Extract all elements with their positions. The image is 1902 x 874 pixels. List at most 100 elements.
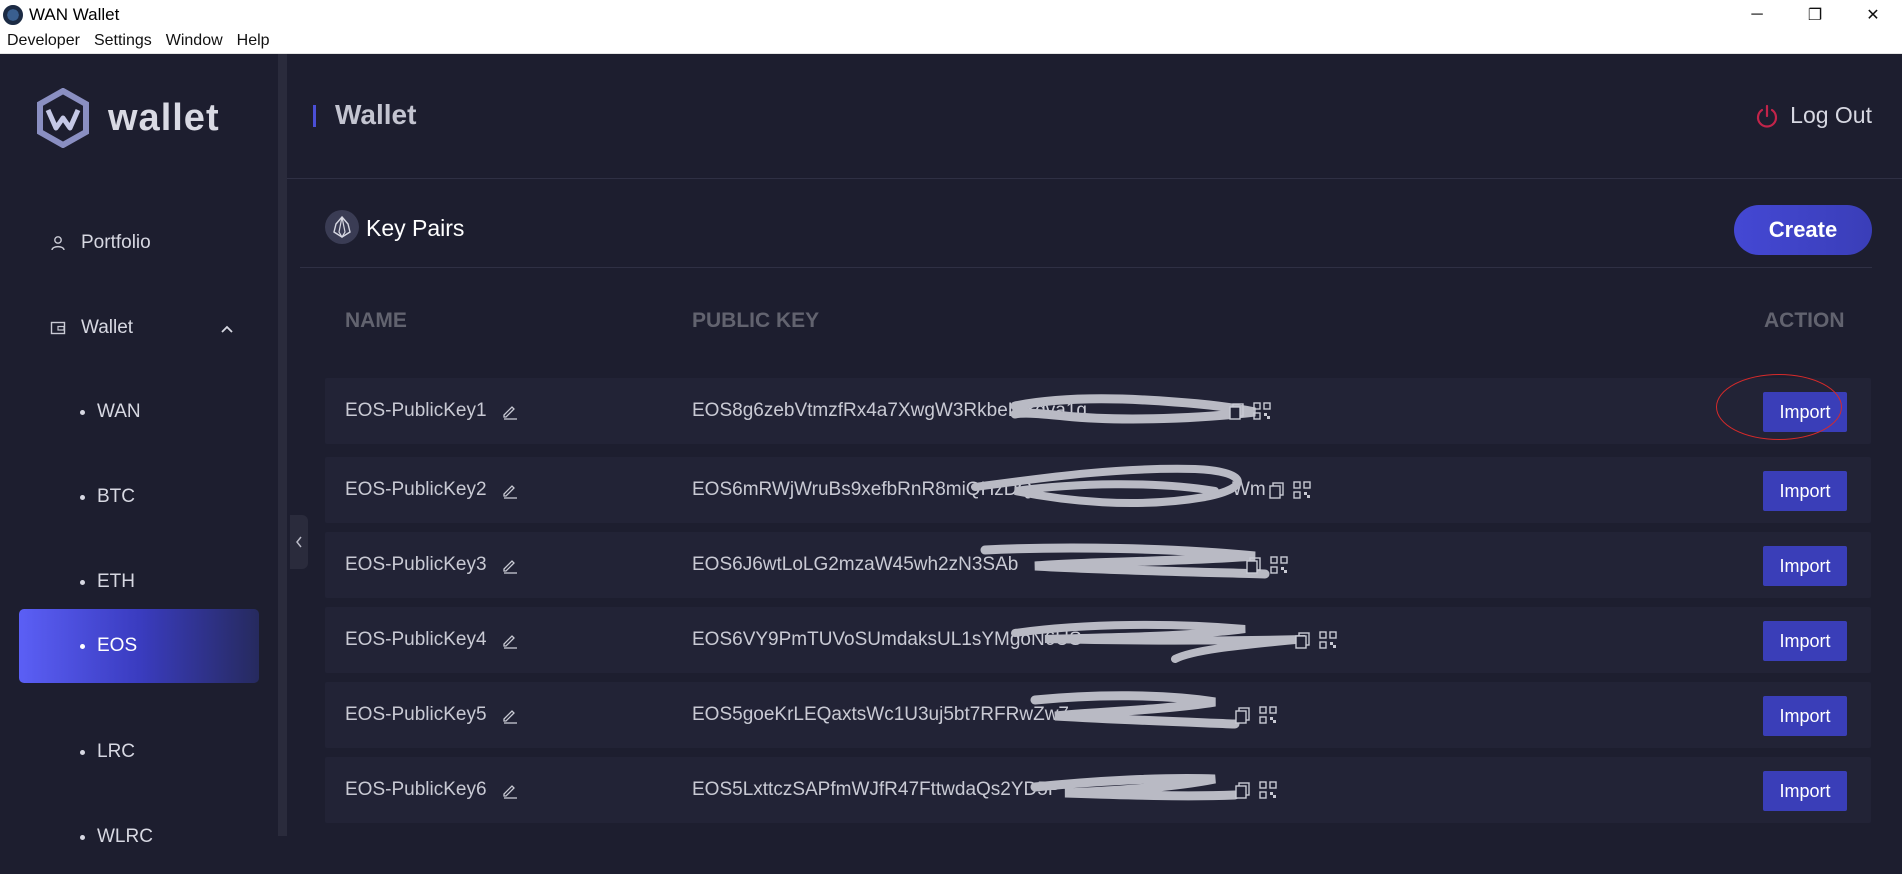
sidebar: wallet Portfolio Wallet WAN BTC ETH EOS … (0, 54, 278, 847)
copy-icon[interactable] (1294, 631, 1312, 649)
copy-icon[interactable] (1268, 481, 1286, 499)
sidebar-item-portfolio[interactable]: Portfolio (19, 206, 259, 280)
menu-window[interactable]: Window (159, 32, 230, 50)
wallet-logo-icon (37, 88, 89, 148)
sidebar-item-label: BTC (97, 486, 135, 507)
title-bar: WAN Wallet ─ ❐ ✕ (0, 0, 1902, 29)
sidebar-item-label: LRC (97, 741, 136, 762)
menu-bar: Developer Settings Window Help (0, 29, 1902, 54)
public-key: EOS8g6zebVtmzfRx4a7XwgW3RkbeLiBdva1g (692, 400, 1087, 421)
edit-icon[interactable] (501, 706, 519, 724)
key-name: EOS-PublicKey6 (345, 779, 519, 801)
sidebar-item-label: WLRC (97, 826, 153, 847)
key-name: EOS-PublicKey1 (345, 400, 519, 422)
copy-icon[interactable] (1234, 706, 1252, 724)
public-key: EOS5goeKrLEQaxtsWc1U3uj5bt7RFRwZw7 (692, 704, 1069, 725)
public-key: EOS6J6wtLoLG2mzaW45wh2zN3SAb (692, 554, 1019, 575)
sidebar-item-eos[interactable]: EOS (19, 609, 259, 683)
menu-settings[interactable]: Settings (87, 32, 159, 50)
public-key: EOS6mRWjWruBs9xefbRnR8miQHzDQ (692, 479, 1033, 500)
key-name: EOS-PublicKey3 (345, 554, 519, 576)
public-key-tail: Wm (1232, 479, 1266, 500)
column-header-public-key: PUBLIC KEY (692, 309, 820, 332)
import-button[interactable]: Import (1763, 696, 1847, 736)
wallet-icon (47, 317, 69, 339)
bullet (80, 643, 85, 649)
sidebar-item-label: WAN (97, 401, 141, 422)
bullet (80, 494, 85, 500)
bullet (80, 834, 85, 840)
import-button[interactable]: Import (1763, 621, 1847, 661)
sidebar-divider (278, 54, 287, 836)
key-name-label: EOS-PublicKey1 (345, 400, 487, 421)
table-row: EOS-PublicKey4 EOS6VY9PmTUVoSUmdaksUL1sY… (325, 607, 1871, 673)
maximize-button[interactable]: ❐ (1786, 0, 1844, 29)
card-title: Key Pairs (366, 215, 465, 241)
key-pairs-header: Key Pairs Create (300, 179, 1872, 268)
logo-text: wallet (108, 96, 220, 139)
copy-icon[interactable] (1228, 402, 1246, 420)
edit-icon[interactable] (501, 481, 519, 499)
qr-code-icon[interactable] (1253, 402, 1271, 420)
logout-button[interactable]: Log Out (1754, 102, 1872, 129)
copy-icon[interactable] (1234, 781, 1252, 799)
redaction-scribble (980, 543, 1270, 579)
column-header-action: ACTION (1764, 309, 1845, 332)
column-header-name: NAME (345, 309, 407, 332)
key-name-label: EOS-PublicKey3 (345, 554, 487, 575)
sidebar-item-label: ETH (97, 571, 135, 592)
eos-icon (325, 210, 359, 244)
menu-developer[interactable]: Developer (0, 32, 87, 50)
close-button[interactable]: ✕ (1844, 0, 1902, 29)
chevron-up-icon[interactable] (221, 320, 233, 336)
public-key: EOS6VY9PmTUVoSUmdaksUL1sYMgoN6US (692, 629, 1082, 650)
table-row: EOS-PublicKey5 EOS5goeKrLEQaxtsWc1U3uj5b… (325, 682, 1871, 748)
qr-code-icon[interactable] (1270, 556, 1288, 574)
user-icon (47, 232, 69, 254)
table-row: EOS-PublicKey2 EOS6mRWjWruBs9xefbRnR8miQ… (325, 457, 1871, 523)
import-button[interactable]: Import (1763, 546, 1847, 586)
edit-icon[interactable] (501, 631, 519, 649)
power-icon (1757, 104, 1778, 128)
bullet (80, 749, 85, 755)
qr-code-icon[interactable] (1259, 781, 1277, 799)
public-key: EOS5LxttczSAPfmWJfR47FttwdaQs2YD5P (692, 779, 1061, 800)
key-name: EOS-PublicKey4 (345, 629, 519, 651)
logo: wallet (36, 88, 220, 148)
create-button[interactable]: Create (1734, 205, 1872, 255)
import-button[interactable]: Import (1763, 771, 1847, 811)
window-controls: ─ ❐ ✕ (1728, 0, 1902, 29)
key-name-label: EOS-PublicKey2 (345, 479, 487, 500)
key-name-label: EOS-PublicKey4 (345, 629, 487, 650)
annotation-circle (1716, 374, 1842, 440)
collapse-sidebar-button[interactable] (290, 515, 308, 569)
app-icon (3, 4, 23, 25)
sidebar-item-eth[interactable]: ETH (19, 545, 259, 619)
sidebar-item-label: Wallet (81, 317, 134, 338)
bullet (80, 409, 85, 415)
sidebar-item-lrc[interactable]: LRC (19, 715, 259, 789)
sidebar-item-wlrc[interactable]: WLRC (19, 800, 259, 874)
edit-icon[interactable] (501, 556, 519, 574)
bullet (80, 579, 85, 585)
page-header: Wallet Log Out (287, 54, 1902, 179)
edit-icon[interactable] (501, 781, 519, 799)
minimize-button[interactable]: ─ (1728, 0, 1786, 29)
sidebar-item-wan[interactable]: WAN (19, 375, 259, 449)
page-title: Wallet (335, 99, 417, 130)
edit-icon[interactable] (501, 402, 519, 420)
qr-code-icon[interactable] (1293, 481, 1311, 499)
table-row: EOS-PublicKey1 EOS8g6zebVtmzfRx4a7XwgW3R… (325, 378, 1871, 444)
qr-code-icon[interactable] (1259, 706, 1277, 724)
title-accent-bar (313, 105, 316, 127)
sidebar-item-wallet[interactable]: Wallet (19, 291, 259, 365)
key-name: EOS-PublicKey2 (345, 479, 519, 501)
table-row: EOS-PublicKey6 EOS5LxttczSAPfmWJfR47Fttw… (325, 757, 1871, 823)
import-button[interactable]: Import (1763, 471, 1847, 511)
sidebar-item-label: Portfolio (81, 232, 151, 253)
copy-icon[interactable] (1245, 556, 1263, 574)
sidebar-item-btc[interactable]: BTC (19, 460, 259, 534)
qr-code-icon[interactable] (1319, 631, 1337, 649)
menu-help[interactable]: Help (230, 32, 277, 50)
key-name-label: EOS-PublicKey6 (345, 779, 487, 800)
